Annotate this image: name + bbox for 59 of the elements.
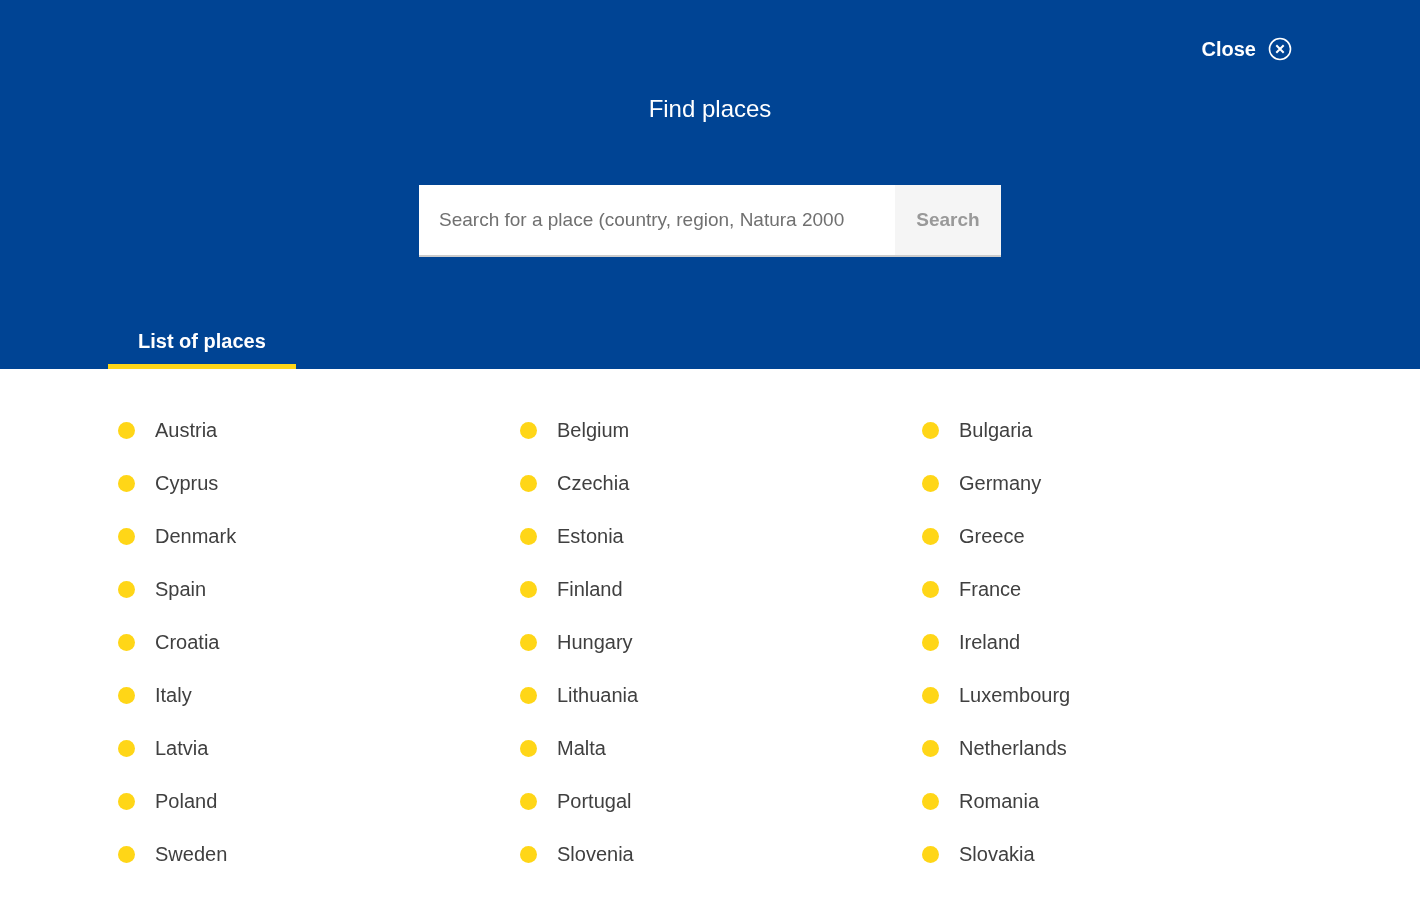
place-link[interactable]: Belgium bbox=[557, 415, 630, 445]
bullet-icon bbox=[922, 739, 939, 757]
bullet-icon bbox=[520, 421, 537, 439]
bullet-icon bbox=[922, 792, 939, 810]
place-link[interactable]: Estonia bbox=[557, 521, 624, 551]
place-link[interactable]: Sweden bbox=[155, 839, 228, 869]
bullet-icon bbox=[118, 580, 135, 598]
bullet-icon bbox=[118, 527, 135, 545]
place-link[interactable]: Romania bbox=[959, 786, 1040, 816]
place-link[interactable]: Austria bbox=[155, 415, 218, 445]
bullet-icon bbox=[118, 792, 135, 810]
close-icon bbox=[1268, 37, 1292, 61]
place-link[interactable]: Slovakia bbox=[959, 839, 1035, 869]
place-link[interactable]: Czechia bbox=[557, 468, 630, 498]
bullet-icon bbox=[922, 527, 939, 545]
bullet-icon bbox=[520, 845, 537, 863]
place-link[interactable]: Bulgaria bbox=[959, 415, 1033, 445]
bullet-icon bbox=[520, 527, 537, 545]
place-link[interactable]: Croatia bbox=[155, 627, 220, 657]
bullet-icon bbox=[118, 474, 135, 492]
place-link[interactable]: Slovenia bbox=[557, 839, 634, 869]
place-link[interactable]: Italy bbox=[155, 680, 192, 710]
place-link[interactable]: Latvia bbox=[155, 733, 209, 763]
bullet-icon bbox=[118, 845, 135, 863]
place-link[interactable]: Cyprus bbox=[155, 468, 219, 498]
bullet-icon bbox=[922, 633, 939, 651]
tab[interactable]: List of places bbox=[108, 326, 296, 369]
bullet-icon bbox=[520, 474, 537, 492]
place-link[interactable]: France bbox=[959, 574, 1022, 604]
bullet-icon bbox=[118, 686, 135, 704]
place-link[interactable]: Germany bbox=[959, 468, 1042, 498]
place-link[interactable]: Netherlands bbox=[959, 733, 1067, 763]
close-button[interactable]: Close bbox=[1201, 34, 1292, 64]
bullet-icon bbox=[922, 421, 939, 439]
place-link[interactable]: Portugal bbox=[557, 786, 632, 816]
place-link[interactable]: Lithuania bbox=[557, 680, 639, 710]
bullet-icon bbox=[520, 686, 537, 704]
place-link[interactable]: Malta bbox=[557, 733, 606, 763]
place-link[interactable]: Luxembourg bbox=[959, 680, 1071, 710]
bullet-icon bbox=[520, 633, 537, 651]
bullet-icon bbox=[118, 421, 135, 439]
place-link[interactable]: Hungary bbox=[557, 627, 633, 657]
bullet-icon bbox=[922, 474, 939, 492]
place-link[interactable]: Finland bbox=[557, 574, 623, 604]
bullet-icon bbox=[118, 633, 135, 651]
bullet-icon bbox=[922, 845, 939, 863]
place-link[interactable]: Spain bbox=[155, 574, 207, 604]
bullet-icon bbox=[520, 792, 537, 810]
page-title: Find places bbox=[648, 95, 772, 124]
bullet-icon bbox=[520, 580, 537, 598]
place-link[interactable]: Ireland bbox=[959, 627, 1021, 657]
place-link[interactable]: Denmark bbox=[155, 521, 237, 551]
bullet-icon bbox=[922, 686, 939, 704]
place-link[interactable]: Greece bbox=[959, 521, 1025, 551]
bullet-icon bbox=[118, 739, 135, 757]
place-link[interactable]: Poland bbox=[155, 786, 218, 816]
bullet-icon bbox=[922, 580, 939, 598]
bullet-icon bbox=[520, 739, 537, 757]
search-field[interactable]: Search for a place (country, region, Natura 2000 bbox=[419, 184, 895, 257]
